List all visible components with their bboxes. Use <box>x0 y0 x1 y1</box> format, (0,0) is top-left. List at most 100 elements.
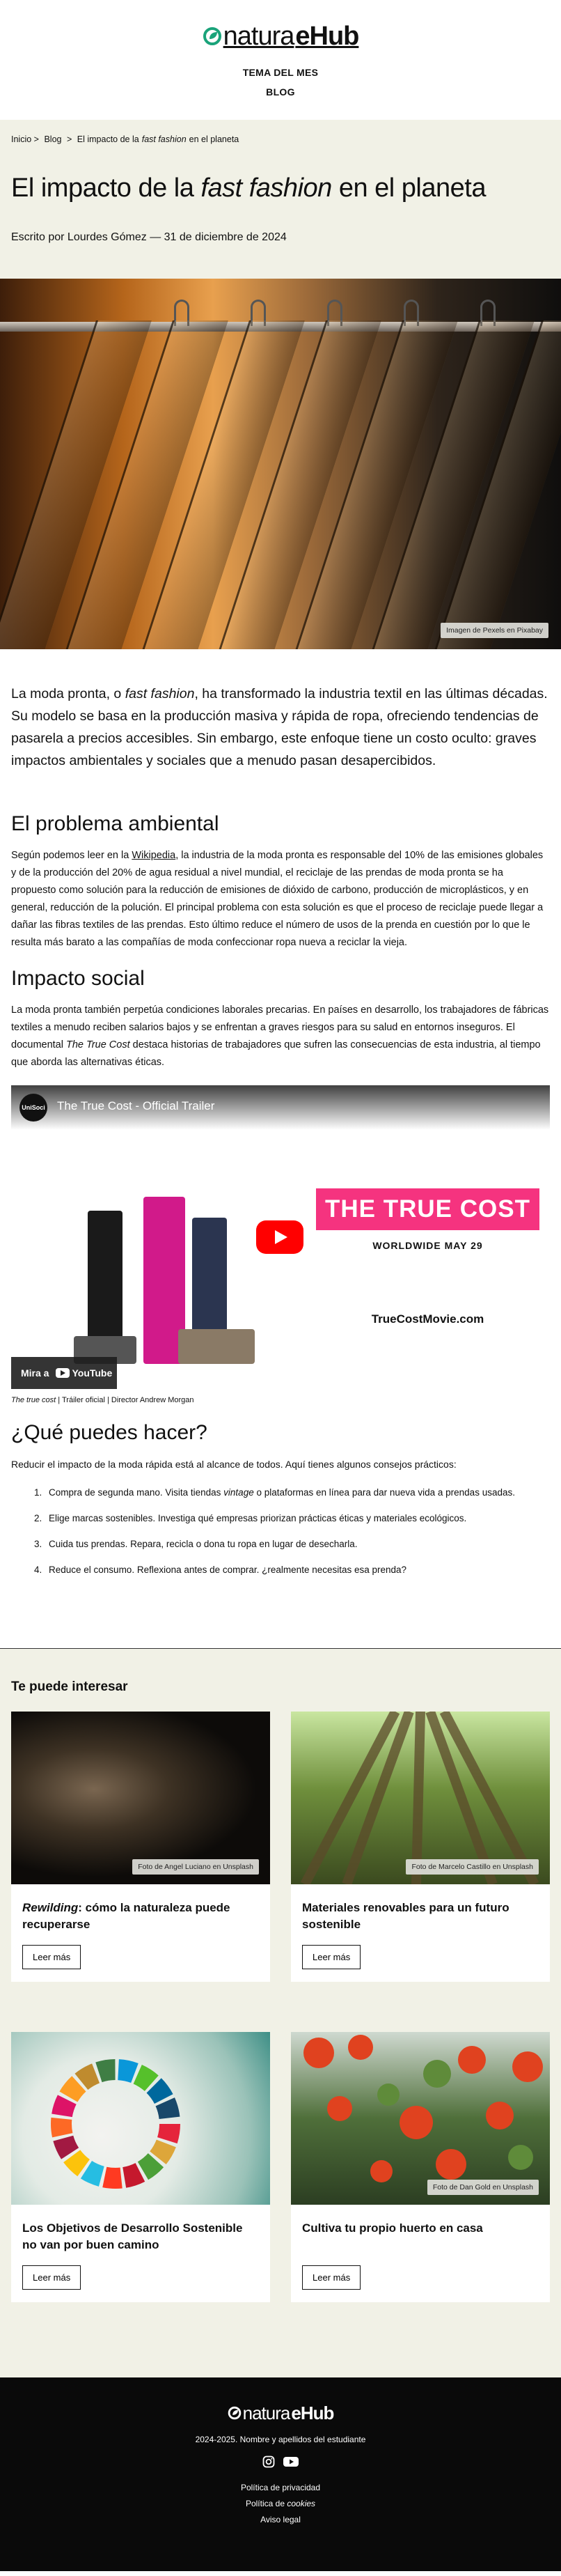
shopping-bags <box>178 1329 255 1364</box>
tip-text: Elige marcas sostenibles. Investiga qué … <box>49 1513 467 1523</box>
youtube-video-embed[interactable]: UniSoci The True Cost - Official Trailer… <box>11 1085 550 1389</box>
card-title[interactable]: Rewilding: cómo la naturaleza puede recu… <box>11 1884 270 1933</box>
logo-text-part1: natura <box>242 2403 291 2423</box>
list-item: Compra de segunda mano. Visita tiendas v… <box>45 1486 550 1500</box>
footer-links: Política de privacidad Política de cooki… <box>0 2480 561 2528</box>
related-heading: Te puede interesar <box>11 1679 128 1694</box>
section-title-ambiental: El problema ambiental <box>11 812 219 835</box>
hero-image: Imagen de Pexels en Pixabay <box>0 279 561 649</box>
related-card[interactable]: Foto de Dan Gold en Unsplash Cultiva tu … <box>291 2032 550 2302</box>
nav-item-tema-del-mes[interactable]: TEMA DEL MES <box>0 63 561 82</box>
breadcrumb-blog[interactable]: Blog <box>44 134 61 144</box>
tomato-plants <box>303 2035 543 2182</box>
tip-text: o plataformas en línea para dar nueva vi… <box>256 1487 515 1498</box>
list-item: Elige marcas sostenibles. Investiga qué … <box>45 1512 550 1526</box>
channel-avatar[interactable]: UniSoci <box>19 1094 47 1122</box>
article-header: Inicio > Blog > El impacto de la fast fas… <box>0 120 561 279</box>
breadcrumb: Inicio > Blog > El impacto de la fast fas… <box>11 134 550 145</box>
list-item: Cuida tus prendas. Repara, recicla o don… <box>45 1537 550 1551</box>
youtube-icon[interactable] <box>283 2455 299 2472</box>
youtube-icon <box>56 1368 70 1378</box>
related-card[interactable]: Los Objetivos de Desarrollo Sostenible n… <box>11 2032 270 2302</box>
video-caption: The true cost | Tráiler oficial | Direct… <box>11 1396 550 1404</box>
wikipedia-link[interactable]: Wikipedia <box>132 850 175 861</box>
leaf-logo-icon <box>228 2406 241 2420</box>
card-image-bamboo: Foto de Marcelo Castillo en Unsplash <box>291 1712 550 1884</box>
logo-text-part2: eHub <box>291 2403 334 2423</box>
card-image-credit: Foto de Angel Luciano en Unsplash <box>132 1859 259 1875</box>
card-image-credit: Foto de Dan Gold en Unsplash <box>427 2180 539 2195</box>
footer-link-privacy[interactable]: Política de privacidad <box>0 2480 561 2496</box>
video-play-icon[interactable] <box>256 1220 303 1254</box>
section-paragraph-ambiental: Según podemos leer en la Wikipedia, la i… <box>11 847 550 952</box>
site-footer: natura eHub 2024-2025. Nombre y apellidos… <box>0 2377 561 2571</box>
section-title-que-hacer: ¿Qué puedes hacer? <box>11 1421 207 1444</box>
footer-logo[interactable]: natura eHub <box>228 2403 334 2423</box>
footer-social <box>0 2455 561 2472</box>
tip-text: Cuida tus prendas. Repara, recicla o don… <box>49 1539 358 1549</box>
lead-text: La moda pronta, o <box>11 686 122 701</box>
paragraph-text: , la industria de la moda pronta es resp… <box>11 850 544 948</box>
instagram-icon[interactable] <box>262 2455 275 2472</box>
list-item: Reduce el consumo. Reflexiona antes de c… <box>45 1563 550 1577</box>
tip-emphasis: vintage <box>223 1487 254 1498</box>
breadcrumb-separator: > <box>66 134 72 144</box>
card-title[interactable]: Los Objetivos de Desarrollo Sostenible n… <box>11 2205 270 2253</box>
tips-list: Compra de segunda mano. Visita tiendas v… <box>11 1486 550 1577</box>
footer-link-legal[interactable]: Aviso legal <box>0 2512 561 2528</box>
site-header: natura eHub TEMA DEL MES BLOG <box>0 0 561 120</box>
footer-link-emphasis: cookies <box>287 2499 316 2508</box>
paragraph-emphasis: The True Cost <box>66 1039 130 1050</box>
article-lead: La moda pronta, o fast fashion, ha trans… <box>11 683 550 772</box>
hero-image-credit: Imagen de Pexels en Pixabay <box>441 623 548 638</box>
video-headline: THE TRUE COST <box>316 1188 539 1230</box>
logo-text-part2: eHub <box>295 22 359 51</box>
title-text: El impacto de la <box>11 173 194 203</box>
bamboo-stalks <box>300 1712 539 1884</box>
video-website: TrueCostMovie.com <box>371 1312 484 1326</box>
youtube-wordmark: YouTube <box>72 1367 113 1379</box>
card-title[interactable]: Cultiva tu propio huerto en casa <box>291 2205 550 2237</box>
youtube-logo: YouTube <box>56 1367 112 1379</box>
card-title[interactable]: Materiales renovables para un futuro sos… <box>291 1884 550 1933</box>
page-title: El impacto de la fast fashion en el plan… <box>11 171 550 205</box>
nav-item-blog[interactable]: BLOG <box>0 82 561 102</box>
breadcrumb-current-text: en el planeta <box>189 134 239 144</box>
video-caption-text: | Tráiler oficial | Director Andrew Morg… <box>56 1396 194 1404</box>
footer-copyright: 2024-2025. Nombre y apellidos del estudi… <box>195 2435 366 2444</box>
video-title[interactable]: The True Cost - Official Trailer <box>57 1099 214 1113</box>
video-thumbnail-figures <box>74 1134 255 1364</box>
related-card[interactable]: Foto de Angel Luciano en Unsplash Rewild… <box>11 1712 270 1982</box>
site-logo[interactable]: natura eHub <box>203 21 359 52</box>
watch-on-label: Mira a <box>21 1367 49 1379</box>
section-title-social: Impacto social <box>11 967 145 990</box>
title-text: en el planeta <box>338 173 487 203</box>
related-articles: Te puede interesar Foto de Angel Luciano… <box>0 1649 561 2377</box>
card-image-tomatoes: Foto de Dan Gold en Unsplash <box>291 2032 550 2205</box>
leaf-logo-icon <box>203 27 221 45</box>
breadcrumb-current: El impacto de la fast fashion en el planet… <box>77 134 242 144</box>
card-image-bear: Foto de Angel Luciano en Unsplash <box>11 1712 270 1884</box>
breadcrumb-current-em: fast fashion <box>141 134 187 144</box>
title-emphasis: fast fashion <box>200 173 332 203</box>
read-more-button[interactable]: Leer más <box>302 1945 361 1969</box>
card-image-sdg-wheel <box>11 2032 270 2205</box>
card-title-emphasis: Rewilding <box>22 1901 79 1914</box>
section-intro-que-hacer: Reducir el impacto de la moda rápida est… <box>11 1459 457 1470</box>
logo-text-part1: natura <box>223 22 295 51</box>
breadcrumb-current-text: El impacto de la <box>77 134 139 144</box>
read-more-button[interactable]: Leer más <box>22 1945 81 1969</box>
lead-emphasis: fast fashion <box>125 686 195 701</box>
paragraph-text: Según podemos leer en la <box>11 850 129 861</box>
related-card[interactable]: Foto de Marcelo Castillo en Unsplash Mat… <box>291 1712 550 1982</box>
read-more-button[interactable]: Leer más <box>22 2265 81 2290</box>
tip-text: Compra de segunda mano. Visita tiendas <box>49 1487 221 1498</box>
breadcrumb-home[interactable]: Inicio <box>11 134 31 144</box>
read-more-button[interactable]: Leer más <box>302 2265 361 2290</box>
article-byline: Escrito por Lourdes Gómez — 31 de diciem… <box>11 231 287 243</box>
watch-on-youtube-button[interactable]: Mira a YouTube <box>11 1357 117 1389</box>
sdg-wheel-icon <box>50 2059 180 2189</box>
related-cards-grid: Foto de Angel Luciano en Unsplash Rewild… <box>11 1712 550 2302</box>
footer-link-cookies[interactable]: Política de cookies <box>0 2496 561 2512</box>
breadcrumb-separator: > <box>33 134 39 144</box>
